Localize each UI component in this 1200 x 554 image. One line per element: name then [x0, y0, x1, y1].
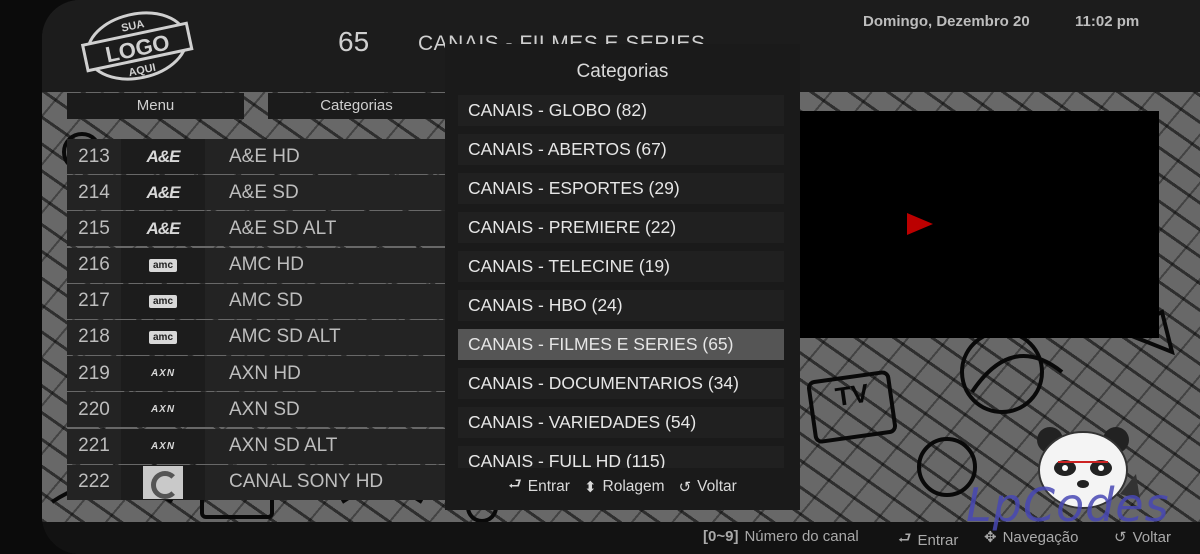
- watermark-text: LpCodes: [966, 478, 1170, 532]
- hint-keys: [0~9]: [703, 528, 739, 545]
- category-item[interactable]: CANAIS - FULL HD (115): [458, 446, 784, 468]
- category-item[interactable]: CANAIS - HBO (24): [458, 290, 784, 321]
- play-icon[interactable]: [907, 213, 933, 235]
- hint-channel-number: [0~9] Número do canal: [703, 528, 859, 545]
- amc-logo: amc: [148, 330, 177, 344]
- category-item[interactable]: CANAIS - TELECINE (19): [458, 251, 784, 282]
- channel-row[interactable]: 216 amc AMC HD: [67, 247, 445, 283]
- axn-logo: AXN: [150, 440, 176, 452]
- channel-number: 215: [78, 217, 110, 239]
- ae-logo: A&E: [146, 146, 181, 166]
- channel-number: 221: [78, 435, 110, 456]
- ae-logo: A&E: [146, 182, 181, 202]
- channel-number: 222: [78, 471, 110, 493]
- channel-row[interactable]: 220 AXN AXN SD: [67, 392, 445, 428]
- axn-logo: AXN: [150, 404, 176, 416]
- tab-categorias[interactable]: Categorias: [268, 93, 445, 119]
- sony-logo-icon: [143, 465, 183, 499]
- channel-row[interactable]: 222 CANAL SONY HD: [67, 464, 445, 500]
- ae-logo: A&E: [146, 218, 181, 238]
- hint-channel-number-label: Número do canal: [744, 528, 859, 545]
- category-item[interactable]: CANAIS - DOCUMENTARIOS (34): [458, 368, 784, 399]
- hint-scroll-label: Rolagem: [602, 477, 665, 495]
- dialog-title: Categorias: [576, 61, 669, 82]
- channel-name: AMC HD: [229, 254, 304, 276]
- back-arrow-icon: ↺: [678, 478, 692, 496]
- channel-number: 219: [78, 362, 110, 384]
- enter-icon: ⮐: [508, 476, 522, 493]
- channel-logo: AXN: [121, 356, 205, 392]
- brand-logo: LOGO SUA AQUI: [80, 11, 194, 81]
- channel-row[interactable]: 214 A&E A&E SD: [67, 175, 445, 211]
- channel-row[interactable]: 215 A&E A&E SD ALT: [67, 211, 445, 247]
- channel-count: 65: [338, 26, 370, 57]
- channel-number: 213: [78, 145, 110, 167]
- channel-name: A&E HD: [229, 145, 300, 167]
- channel-number: 217: [78, 290, 110, 312]
- channel-name: AXN HD: [229, 362, 301, 384]
- left-tabs: Menu Categorias: [67, 93, 445, 119]
- channel-name: AXN SD: [229, 398, 300, 420]
- channel-number: 214: [78, 181, 110, 203]
- channel-list: 213 A&E A&E HD 214 A&E A&E SD 215 A&E A&E SD ALT…: [67, 139, 445, 501]
- scroll-updown-icon: ⬍: [583, 478, 597, 496]
- channel-number: 216: [78, 254, 110, 276]
- tab-menu[interactable]: Menu: [67, 93, 244, 119]
- category-list: CANAIS - GLOBO (82) CANAIS - ABERTOS (67)…: [458, 95, 784, 468]
- category-item[interactable]: CANAIS - GLOBO (82): [458, 95, 784, 126]
- channel-logo: A&E: [121, 211, 205, 247]
- hint-enter-label: Entrar: [527, 477, 570, 495]
- channel-number: 220: [78, 398, 110, 420]
- hint-bottom-enter: ⮐ Entrar: [898, 528, 958, 553]
- channel-logo: amc: [121, 319, 205, 355]
- channel-logo: A&E: [121, 139, 205, 174]
- channel-logo: AXN: [121, 428, 205, 464]
- enter-icon: ⮐: [898, 530, 912, 547]
- category-item[interactable]: CANAIS - ESPORTES (29): [458, 173, 784, 204]
- axn-logo: AXN: [150, 368, 176, 380]
- channel-row[interactable]: 213 A&E A&E HD: [67, 139, 445, 174]
- category-item[interactable]: CANAIS - ABERTOS (67): [458, 134, 784, 165]
- channel-name: A&E SD ALT: [229, 217, 337, 239]
- hint-scroll: ⬍ Rolagem: [584, 474, 665, 499]
- channel-logo: A&E: [121, 175, 205, 211]
- dialog-footer: ⮐ Entrar ⬍ Rolagem ↺ Voltar: [445, 474, 800, 499]
- hint-back: ↺ Voltar: [679, 474, 737, 499]
- category-item[interactable]: CANAIS - VARIEDADES (54): [458, 407, 784, 438]
- hint-back-label: Voltar: [697, 477, 737, 495]
- channel-row[interactable]: 219 AXN AXN HD: [67, 356, 445, 392]
- channel-row[interactable]: 218 amc AMC SD ALT: [67, 319, 445, 355]
- hint-enter: ⮐ Entrar: [508, 474, 570, 499]
- channel-name: AXN SD ALT: [229, 435, 338, 456]
- video-preview[interactable]: [799, 111, 1159, 338]
- channel-logo: amc: [121, 247, 205, 283]
- channel-row[interactable]: 221 AXN AXN SD ALT: [67, 428, 445, 464]
- tv-screen: LOGO SUA AQUI 65 CANAIS - FILMES E SERIE…: [42, 0, 1200, 554]
- amc-logo: amc: [148, 294, 177, 308]
- svg-text:AQUI: AQUI: [128, 62, 157, 79]
- category-item[interactable]: CANAIS - PREMIERE (22): [458, 212, 784, 243]
- channel-row[interactable]: 217 amc AMC SD: [67, 283, 445, 319]
- channel-logo: [121, 464, 205, 500]
- category-item[interactable]: CANAIS - FILMES E SERIES (65): [458, 329, 784, 360]
- date-label: Domingo, Dezembro 20: [863, 13, 1030, 30]
- channel-number: 218: [78, 326, 110, 348]
- amc-logo: amc: [148, 258, 177, 272]
- channel-name: CANAL SONY HD: [229, 471, 384, 493]
- channel-name: AMC SD ALT: [229, 326, 341, 348]
- channel-logo: amc: [121, 283, 205, 319]
- channel-name: AMC SD: [229, 290, 303, 312]
- channel-name: A&E SD: [229, 181, 299, 203]
- categories-dialog: Categorias CANAIS - GLOBO (82) CANAIS - A…: [445, 44, 800, 510]
- channel-logo: AXN: [121, 392, 205, 428]
- time-label: 11:02 pm: [1075, 13, 1140, 30]
- hint-bottom-enter-label: Entrar: [917, 532, 959, 549]
